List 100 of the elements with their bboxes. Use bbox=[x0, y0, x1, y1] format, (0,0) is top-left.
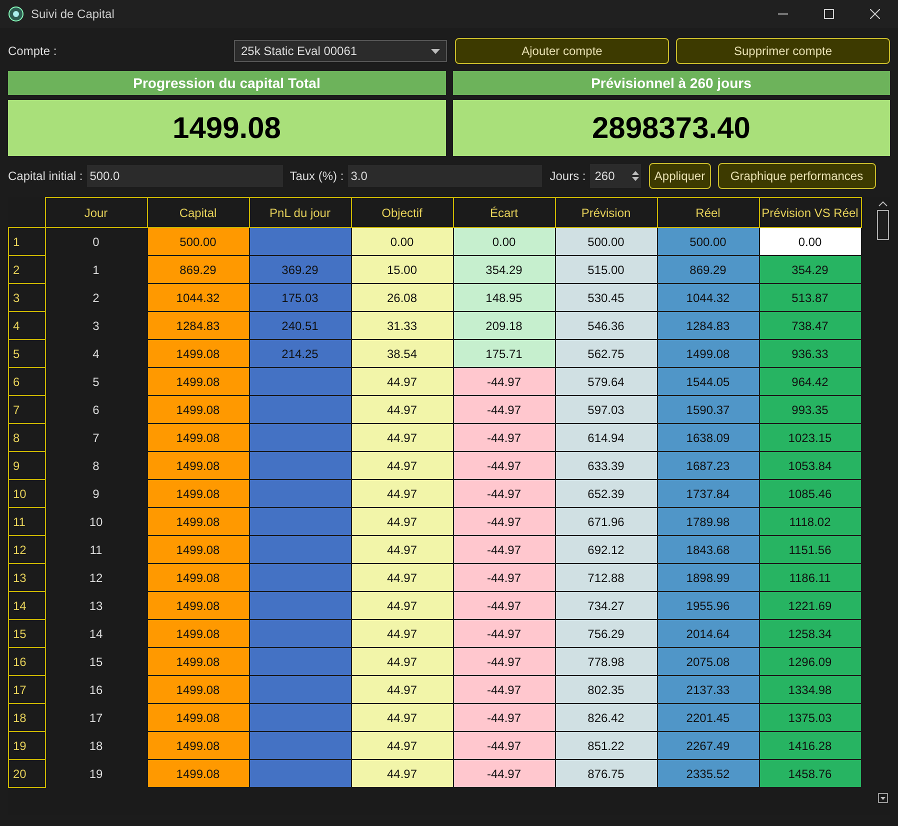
row-number[interactable]: 3 bbox=[8, 284, 45, 312]
table-cell: -44.97 bbox=[453, 592, 555, 620]
scroll-thumb[interactable] bbox=[877, 210, 889, 240]
table-cell: 652.39 bbox=[555, 480, 657, 508]
spin-up-icon[interactable] bbox=[632, 171, 639, 175]
table-cell: 1221.69 bbox=[759, 592, 861, 620]
field-label: Capital initial : bbox=[8, 169, 83, 183]
table-cell: 38.54 bbox=[351, 340, 453, 368]
table-cell: 240.51 bbox=[249, 312, 351, 340]
column-header[interactable]: PnL du jour bbox=[249, 198, 351, 228]
table-cell: 515.00 bbox=[555, 256, 657, 284]
table-cell: 369.29 bbox=[249, 256, 351, 284]
table-cell: 1416.28 bbox=[759, 732, 861, 760]
table-cell: 1843.68 bbox=[657, 536, 759, 564]
table-cell: 1258.34 bbox=[759, 620, 861, 648]
row-number[interactable]: 6 bbox=[8, 368, 45, 396]
row-number[interactable]: 1 bbox=[8, 228, 45, 256]
row-number[interactable]: 19 bbox=[8, 732, 45, 760]
row-number[interactable]: 16 bbox=[8, 648, 45, 676]
scroll-up-icon[interactable] bbox=[878, 200, 888, 208]
table-cell: 1499.08 bbox=[147, 508, 249, 536]
table-cell: 44.97 bbox=[351, 564, 453, 592]
row-number[interactable]: 9 bbox=[8, 452, 45, 480]
close-icon bbox=[870, 9, 880, 19]
app-logo-icon bbox=[8, 6, 24, 22]
table-cell: 1118.02 bbox=[759, 508, 861, 536]
apply-button[interactable]: Appliquer bbox=[648, 163, 711, 189]
table-cell: 44.97 bbox=[351, 424, 453, 452]
table-cell: 1499.08 bbox=[657, 340, 759, 368]
row-number[interactable]: 15 bbox=[8, 620, 45, 648]
table-cell: -44.97 bbox=[453, 648, 555, 676]
table-cell: 1284.83 bbox=[657, 312, 759, 340]
table-cell: 778.98 bbox=[555, 648, 657, 676]
column-header[interactable]: Capital bbox=[147, 198, 249, 228]
table-cell: 2075.08 bbox=[657, 648, 759, 676]
row-number[interactable]: 17 bbox=[8, 676, 45, 704]
row-number[interactable]: 18 bbox=[8, 704, 45, 732]
row-number[interactable]: 20 bbox=[8, 760, 45, 788]
column-header[interactable]: Jour bbox=[45, 198, 147, 228]
table-cell: 993.35 bbox=[759, 396, 861, 424]
dropdown-caret-icon bbox=[431, 48, 440, 54]
chart-button[interactable]: Graphique performances bbox=[718, 163, 876, 189]
table-cell: 869.29 bbox=[657, 256, 759, 284]
table-cell: 354.29 bbox=[453, 256, 555, 284]
column-header[interactable]: Réel bbox=[657, 198, 759, 228]
table-cell: 633.39 bbox=[555, 452, 657, 480]
table-cell: 44.97 bbox=[351, 396, 453, 424]
table-cell: 513.87 bbox=[759, 284, 861, 312]
table-cell: 209.18 bbox=[453, 312, 555, 340]
account-label: Compte : bbox=[8, 44, 57, 58]
table-cell: 1737.84 bbox=[657, 480, 759, 508]
column-header[interactable]: Prévision VS Réel bbox=[759, 198, 861, 228]
row-number[interactable]: 8 bbox=[8, 424, 45, 452]
table-cell: 1186.11 bbox=[759, 564, 861, 592]
table-cell: 1789.98 bbox=[657, 508, 759, 536]
table-cell: 500.00 bbox=[657, 228, 759, 256]
input-field[interactable]: 500.0 bbox=[86, 165, 283, 187]
table-cell: 2014.64 bbox=[657, 620, 759, 648]
table-cell: 614.94 bbox=[555, 424, 657, 452]
row-number[interactable]: 11 bbox=[8, 508, 45, 536]
table-cell: -44.97 bbox=[453, 536, 555, 564]
row-number[interactable]: 7 bbox=[8, 396, 45, 424]
input-field[interactable]: 3.0 bbox=[348, 165, 542, 187]
table-cell: 1284.83 bbox=[147, 312, 249, 340]
table-cell: 2201.45 bbox=[657, 704, 759, 732]
panel-value: 2898373.40 bbox=[452, 100, 890, 156]
table-cell: -44.97 bbox=[453, 620, 555, 648]
table-cell: 1590.37 bbox=[657, 396, 759, 424]
spin-box[interactable]: 260 bbox=[590, 164, 641, 188]
column-header[interactable]: Objectif bbox=[351, 198, 453, 228]
column-header[interactable]: Prévision bbox=[555, 198, 657, 228]
table-cell: 1296.09 bbox=[759, 648, 861, 676]
table-cell: 0.00 bbox=[453, 228, 555, 256]
table-cell: 214.25 bbox=[249, 340, 351, 368]
table-cell: 1499.08 bbox=[147, 340, 249, 368]
table-cell: 1023.15 bbox=[759, 424, 861, 452]
scroll-down-icon[interactable] bbox=[878, 793, 888, 803]
spin-down-icon[interactable] bbox=[632, 177, 639, 181]
table-cell: 1499.08 bbox=[147, 620, 249, 648]
table-cell: 148.95 bbox=[453, 284, 555, 312]
row-number[interactable]: 10 bbox=[8, 480, 45, 508]
row-number[interactable]: 4 bbox=[8, 312, 45, 340]
row-number[interactable]: 14 bbox=[8, 592, 45, 620]
delete-account-button[interactable]: Supprimer compte bbox=[676, 38, 890, 64]
row-number[interactable]: 12 bbox=[8, 536, 45, 564]
column-header[interactable]: Écart bbox=[453, 198, 555, 228]
table-cell: 0 bbox=[45, 228, 147, 256]
account-dropdown[interactable]: 25k Static Eval 00061 bbox=[234, 40, 447, 62]
row-number[interactable]: 13 bbox=[8, 564, 45, 592]
table-cell: 44.97 bbox=[351, 760, 453, 788]
row-number[interactable]: 5 bbox=[8, 340, 45, 368]
add-account-button[interactable]: Ajouter compte bbox=[455, 38, 669, 64]
table-cell: 1499.08 bbox=[147, 760, 249, 788]
table-cell: 530.45 bbox=[555, 284, 657, 312]
row-number[interactable]: 2 bbox=[8, 256, 45, 284]
field-label: Taux (%) : bbox=[290, 169, 344, 183]
table-cell: -44.97 bbox=[453, 676, 555, 704]
table-cell: 826.42 bbox=[555, 704, 657, 732]
table-cell: -44.97 bbox=[453, 368, 555, 396]
table-cell: 1151.56 bbox=[759, 536, 861, 564]
